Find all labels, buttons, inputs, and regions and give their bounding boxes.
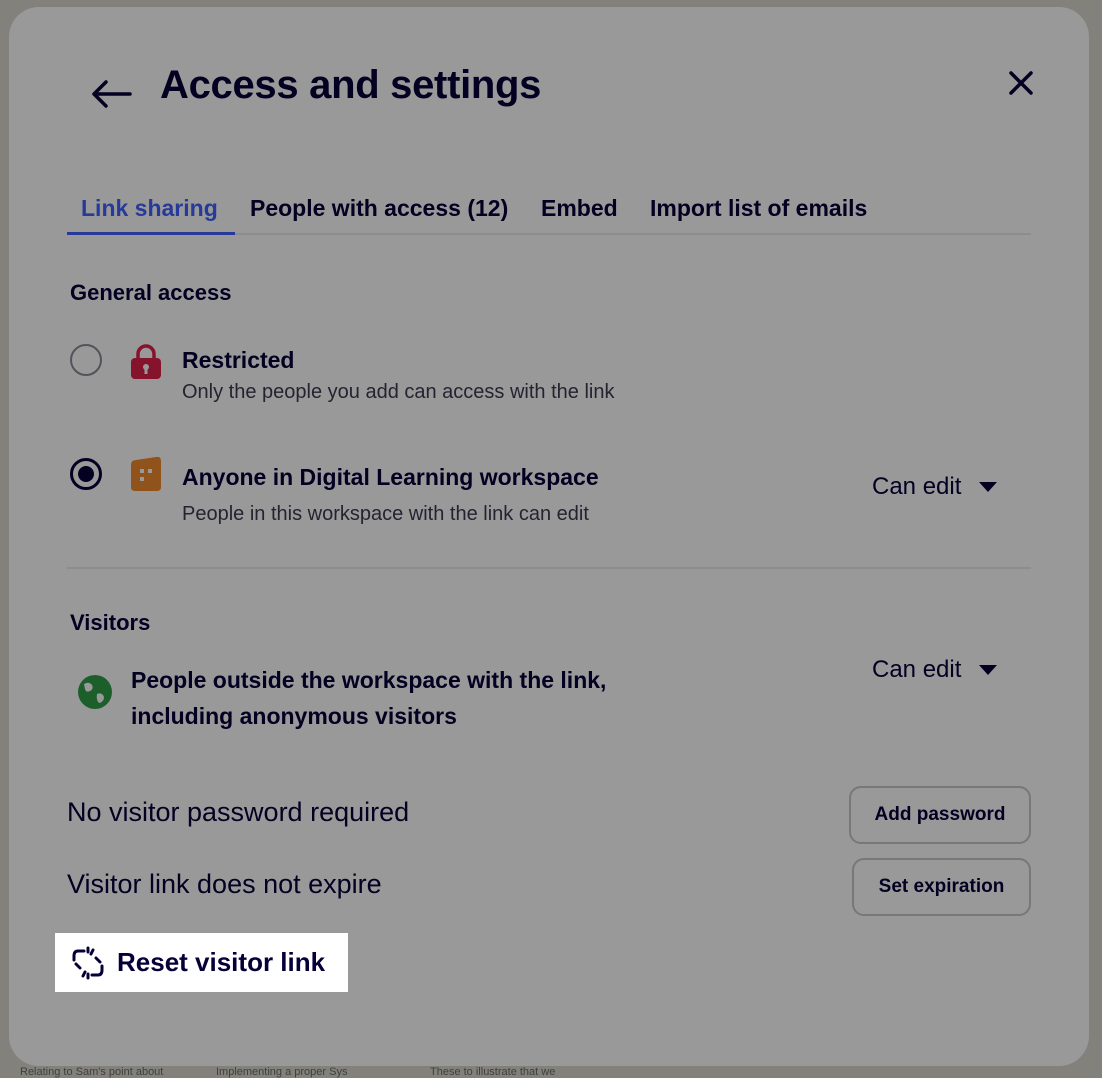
workspace-permission-label: Can edit (872, 473, 962, 500)
visitors-description: People outside the workspace with the li… (131, 667, 607, 729)
tab-link-sharing[interactable]: Link sharing (67, 189, 232, 231)
close-button[interactable] (997, 59, 1045, 107)
lock-icon (131, 344, 161, 379)
restricted-subtitle: Only the people you add can access with … (182, 381, 615, 403)
board-note-1: Relating to Sam's point about (20, 1066, 164, 1078)
board-note-2: Implementing a proper Sys (216, 1066, 348, 1078)
add-password-button[interactable]: Add password (849, 786, 1031, 844)
tab-embed[interactable]: Embed (527, 189, 632, 231)
tab-import-emails[interactable]: Import list of emails (636, 189, 881, 231)
tab-bar: Link sharing People with access (12) Emb… (67, 189, 1031, 235)
active-tab-indicator (67, 232, 235, 235)
workspace-radio[interactable] (70, 458, 102, 490)
reset-visitor-link-button[interactable]: Reset visitor link (55, 933, 348, 992)
expiration-status: Visitor link does not expire (67, 869, 382, 899)
chevron-down-icon (979, 482, 998, 492)
close-icon (1009, 71, 1033, 95)
tab-people-with-access[interactable]: People with access (12) (236, 189, 522, 231)
general-access-heading: General access (70, 280, 232, 305)
section-divider (67, 567, 1031, 569)
workspace-subtitle: People in this workspace with the link c… (182, 503, 589, 525)
back-button[interactable] (79, 65, 143, 123)
broken-link-icon (72, 946, 104, 979)
workspace-icon (131, 456, 161, 491)
restricted-radio[interactable] (70, 344, 102, 376)
arrow-left-icon (92, 80, 132, 108)
workspace-title: Anyone in Digital Learning workspace (182, 464, 599, 490)
workspace-permission-dropdown[interactable]: Can edit (872, 473, 998, 501)
board-note-3: These to illustrate that we (430, 1066, 556, 1078)
restricted-title: Restricted (182, 347, 295, 373)
password-status: No visitor password required (67, 797, 410, 827)
globe-icon (78, 675, 112, 709)
visitors-permission-dropdown[interactable]: Can edit (872, 656, 998, 684)
dialog-title: Access and settings (160, 63, 542, 107)
reset-visitor-link-label: Reset visitor link (117, 947, 326, 977)
visitors-heading: Visitors (70, 610, 151, 635)
visitors-permission-label: Can edit (872, 656, 962, 683)
chevron-down-icon (979, 665, 998, 675)
access-settings-dialog: Access and settings Link sharing People … (9, 7, 1089, 1066)
set-expiration-button[interactable]: Set expiration (852, 858, 1031, 916)
